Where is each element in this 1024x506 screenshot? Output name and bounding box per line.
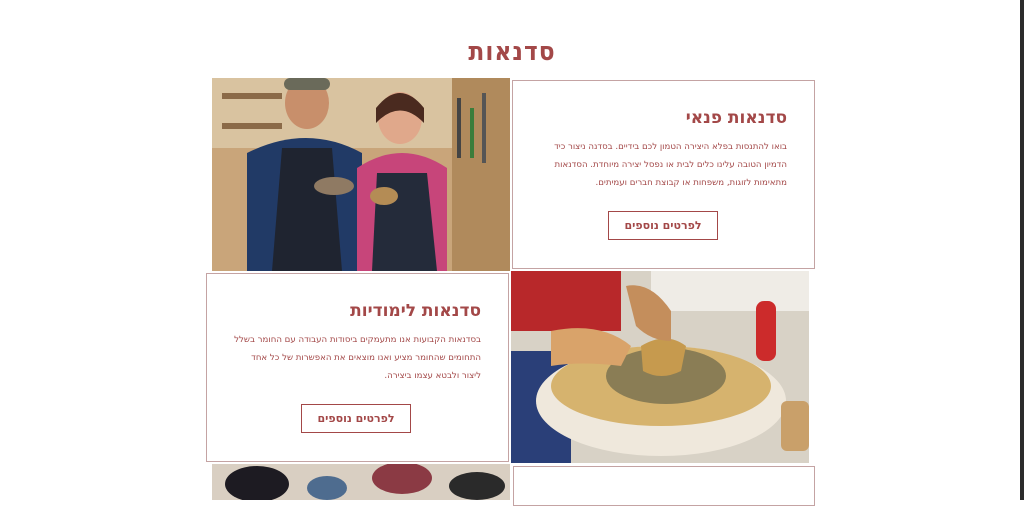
study-workshops-text: בסדנאות הקבועות אנו מתעמקים ביסודות העבו… xyxy=(234,335,481,381)
study-workshops-more-button[interactable]: לפרטים נוספים xyxy=(301,404,411,433)
study-workshops-title: סדנאות לימודיות xyxy=(350,301,481,321)
next-workshops-card xyxy=(513,466,815,506)
study-workshops-card: סדנאות לימודיות בסדנאות הקבועות אנו מתעמ… xyxy=(206,273,509,462)
pottery-wheel-photo xyxy=(511,271,809,463)
private-workshops-text: בואו להתנסות בפלא היצירה הטמון לכם בידיי… xyxy=(554,142,787,188)
scrollbar[interactable] xyxy=(1020,0,1024,500)
private-workshops-card: סדנאות פנאי בואו להתנסות בפלא היצירה הטמ… xyxy=(512,80,815,269)
private-workshops-more-button[interactable]: לפרטים נוספים xyxy=(608,211,718,240)
page-title: סדנאות xyxy=(468,37,556,68)
workshop-couple-photo xyxy=(212,78,510,271)
private-workshops-title: סדנאות פנאי xyxy=(685,108,787,128)
bowls-photo xyxy=(212,464,510,500)
